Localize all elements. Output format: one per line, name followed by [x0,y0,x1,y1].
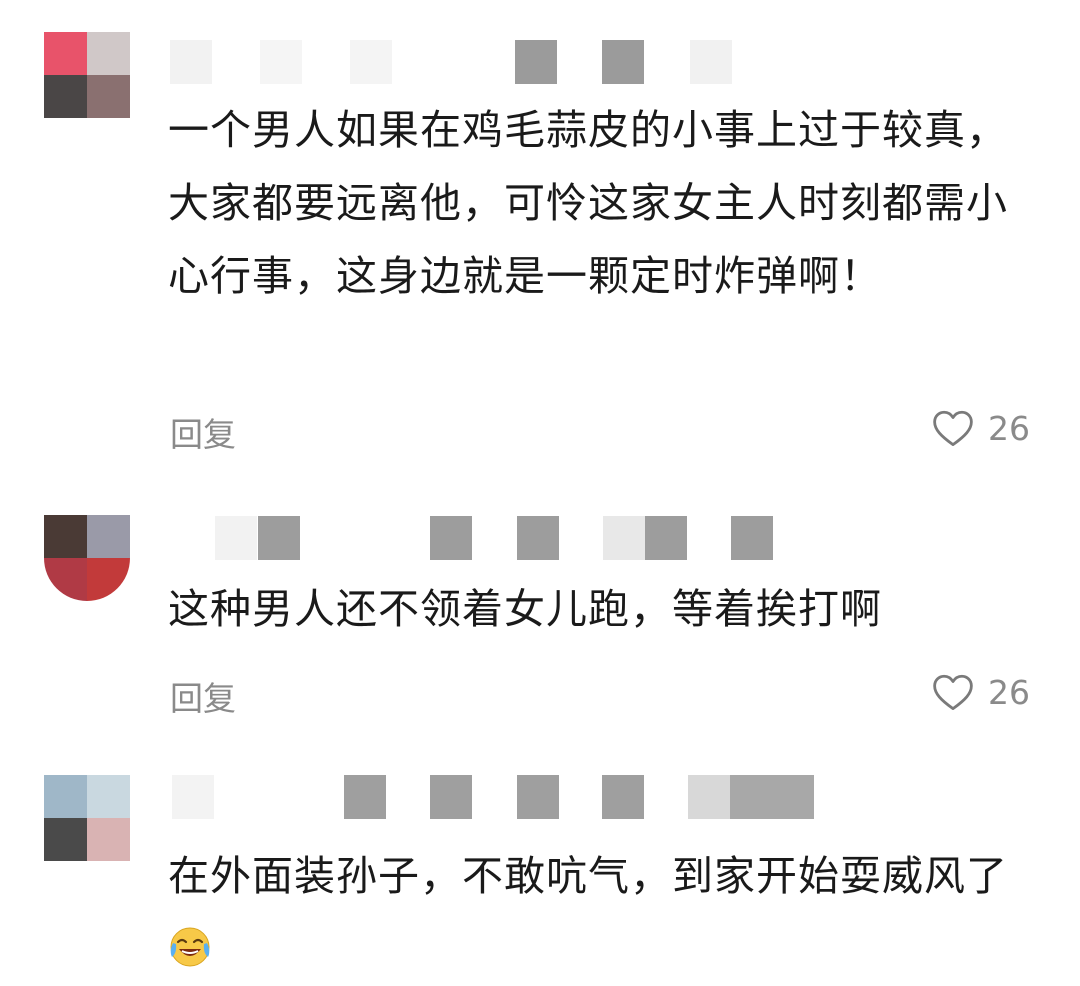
avatar[interactable] [44,775,130,861]
username-blurred[interactable] [170,40,732,84]
comment-text: 在外面装孙子，不敢吭气，到家开始耍威风了 [168,840,1048,986]
like-count: 26 [988,672,1030,712]
avatar[interactable] [44,32,130,118]
username-blurred[interactable] [172,775,832,819]
comment-text: 这种男人还不领着女儿跑，等着挨打啊 [168,585,882,633]
like-button[interactable]: 26 [932,672,1030,712]
heart-outline-icon [933,674,973,711]
crying-laughing-emoji [170,927,210,967]
reply-button[interactable]: 回复 [170,408,236,456]
comment-text: 一个男人如果在鸡毛蒜皮的小事上过于较真，大家都要远离他，可怜这家女主人时刻都需小… [168,106,1008,300]
reply-button[interactable]: 回复 [170,672,236,720]
username-blurred[interactable] [215,516,775,560]
heart-outline-icon [933,410,973,447]
comment-text-content: 在外面装孙子，不敢吭气，到家开始耍威风了 [168,852,1008,900]
like-button[interactable]: 26 [932,408,1030,448]
avatar[interactable] [44,515,130,601]
like-count: 26 [988,408,1030,448]
